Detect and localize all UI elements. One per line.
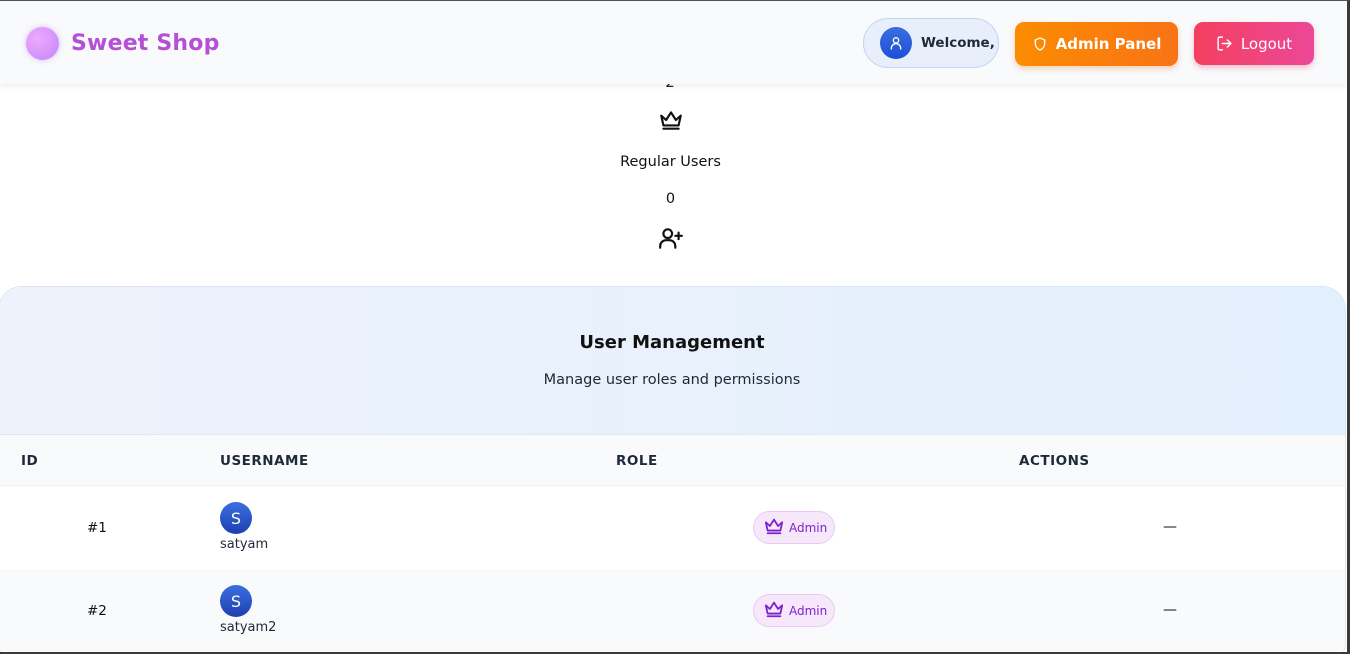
crown-icon xyxy=(763,599,785,623)
admin-panel-button[interactable]: Admin Panel xyxy=(1015,22,1178,66)
section-title: User Management xyxy=(579,332,765,353)
column-header-actions: ACTIONS xyxy=(1019,453,1090,469)
avatar: S xyxy=(220,585,252,617)
username: satyam2 xyxy=(220,620,277,635)
column-header-role: ROLE xyxy=(616,453,658,469)
user-plus-icon xyxy=(658,225,684,255)
no-actions: — xyxy=(1163,602,1177,618)
welcome-label: Welcome, xyxy=(921,35,995,51)
user-id: #1 xyxy=(87,520,107,536)
logout-label: Logout xyxy=(1240,34,1293,53)
username: satyam xyxy=(220,537,269,552)
top-navbar: Sweet Shop Welcome, Admin Panel Logout xyxy=(0,1,1347,84)
user-management-card: User Management Manage user roles and pe… xyxy=(0,286,1346,652)
admin-panel-label: Admin Panel xyxy=(1055,35,1162,53)
shield-icon xyxy=(1032,36,1048,52)
regular-users-label: Regular Users xyxy=(620,154,721,170)
brand-name: Sweet Shop xyxy=(71,31,220,56)
crown-icon xyxy=(763,516,785,540)
role-label: Admin xyxy=(789,603,828,618)
column-header-username: USERNAME xyxy=(220,453,309,469)
brand[interactable]: Sweet Shop xyxy=(26,27,220,60)
welcome-chip: Welcome, xyxy=(863,18,999,68)
user-icon xyxy=(880,27,912,59)
table-row: #1 S satyam Admin — xyxy=(0,486,1345,569)
logout-button[interactable]: Logout xyxy=(1194,22,1314,65)
avatar: S xyxy=(220,502,252,534)
role-badge: Admin xyxy=(753,594,835,627)
card-header: User Management Manage user roles and pe… xyxy=(0,287,1345,435)
section-subtitle: Manage user roles and permissions xyxy=(543,372,801,388)
brand-logo xyxy=(26,27,59,60)
user-id: #2 xyxy=(87,603,107,619)
no-actions: — xyxy=(1163,519,1177,535)
crown-icon xyxy=(658,107,684,137)
role-label: Admin xyxy=(789,520,828,535)
page: 2 Regular Users 0 Sweet Shop xyxy=(0,0,1350,654)
logout-icon xyxy=(1216,35,1233,52)
table-row: #2 S satyam2 Admin — xyxy=(0,569,1345,652)
column-header-id: ID xyxy=(21,453,39,469)
table-header: ID USERNAME ROLE ACTIONS xyxy=(0,435,1345,486)
role-badge: Admin xyxy=(753,511,835,544)
regular-users-count: 0 xyxy=(665,191,676,207)
